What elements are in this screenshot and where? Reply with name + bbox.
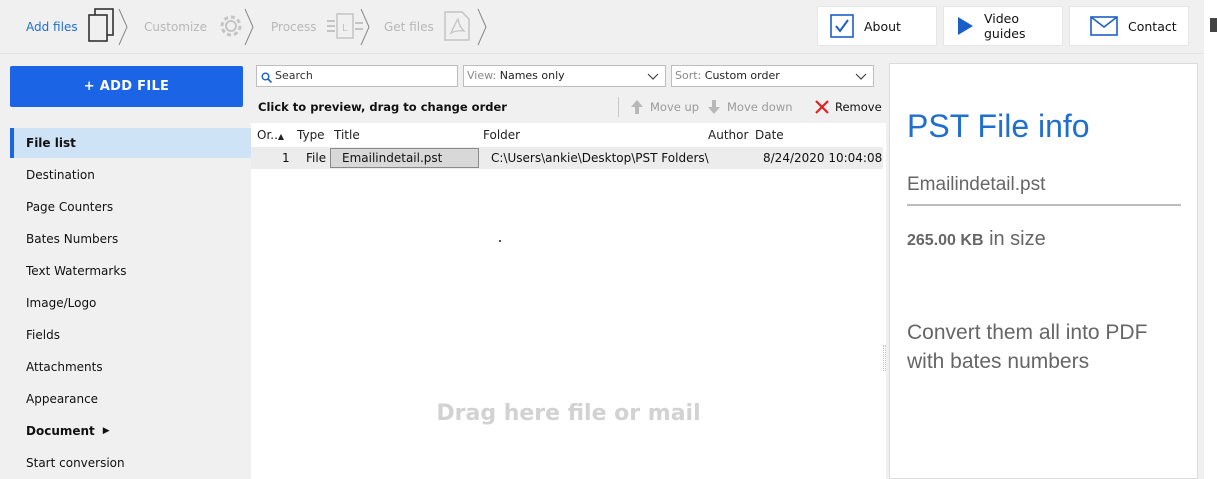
sidebar-item-document[interactable]: Document ▶ <box>10 416 251 446</box>
column-title-header[interactable]: Title <box>334 128 360 142</box>
sidebar-item-destination[interactable]: Destination <box>10 160 251 190</box>
contact-button[interactable]: Contact <box>1069 6 1189 46</box>
sidebar: + ADD FILE File list Destination Page Co… <box>0 55 251 479</box>
about-label: About <box>864 18 901 34</box>
sidebar-item-image-logo[interactable]: Image/Logo <box>10 288 251 318</box>
sidebar-item-page-counters[interactable]: Page Counters <box>10 192 251 222</box>
sidebar-item-appearance[interactable]: Appearance <box>10 384 251 414</box>
list-hint: Click to preview, drag to change order <box>258 100 507 114</box>
chevron-right-icon <box>244 8 254 46</box>
process-icon: L <box>325 11 365 44</box>
step-label: Process <box>271 20 317 34</box>
step-label: Add files <box>26 20 78 34</box>
view-select[interactable]: View: Names only <box>463 65 666 87</box>
checkbox-icon <box>830 14 854 38</box>
chevron-down-icon <box>855 69 867 89</box>
table-row[interactable]: 1 File Emailindetail.pst C:\Users\ankie\… <box>251 147 883 169</box>
step-process[interactable]: Process L <box>271 0 370 54</box>
search-input[interactable]: Search <box>256 65 458 87</box>
arrow-down-icon <box>707 99 721 115</box>
step-label: Get files <box>384 20 434 34</box>
list-toolbar: Click to preview, drag to change order M… <box>251 91 886 123</box>
video-guides-label: Video guides <box>984 11 1026 41</box>
column-date-header[interactable]: Date <box>755 128 784 142</box>
view-prefix: View: <box>467 69 497 82</box>
drop-zone-text: Drag here file or mail <box>436 401 701 426</box>
sort-asc-icon: ▲ <box>277 132 285 141</box>
filter-bar: Search View: Names only Sort: Custom ord… <box>251 55 886 91</box>
file-info-panel: PST File info Emailindetail.pst 265.00 K… <box>889 63 1198 479</box>
sort-select[interactable]: Sort: Custom order <box>671 65 874 87</box>
sidebar-item-attachments[interactable]: Attachments <box>10 352 251 382</box>
step-customize[interactable]: Customize <box>144 0 254 54</box>
search-placeholder: Search <box>275 69 313 82</box>
chevron-right-icon <box>118 8 128 46</box>
step-add-files[interactable]: Add files <box>26 0 128 54</box>
sort-value: Custom order <box>704 69 780 82</box>
triangle-right-icon: ▶ <box>102 426 110 436</box>
file-list-panel: Search View: Names only Sort: Custom ord… <box>251 55 886 479</box>
cell-folder: C:\Users\ankie\Desktop\PST Folders\ <box>491 151 709 165</box>
close-icon <box>815 100 829 114</box>
sidebar-item-bates-numbers[interactable]: Bates Numbers <box>10 224 251 254</box>
info-convert-text: Convert them all into PDF with bates num… <box>907 321 1148 373</box>
sidebar-item-label: Document <box>26 424 95 438</box>
scroll-marker <box>1210 18 1217 32</box>
video-guides-button[interactable]: Video guides <box>943 6 1063 46</box>
about-button[interactable]: About <box>817 6 937 46</box>
svg-text:L: L <box>342 23 348 34</box>
remove-label: Remove <box>835 100 882 114</box>
info-size: 265.00 KB in size <box>907 228 1046 251</box>
move-up-label: Move up <box>650 100 700 114</box>
info-size-suffix: in size <box>989 228 1046 250</box>
contact-label: Contact <box>1128 18 1177 34</box>
table-header: Or..▲ Type Title Folder Author Date <box>251 125 886 145</box>
cell-date: 8/24/2020 10:04:08 <box>763 151 883 165</box>
sidebar-item-text-watermarks[interactable]: Text Watermarks <box>10 256 251 286</box>
remove-button[interactable]: Remove <box>815 95 882 119</box>
window-edge <box>1204 0 1217 479</box>
info-size-value: 265.00 KB <box>907 232 984 249</box>
gear-icon <box>215 10 247 45</box>
cell-title[interactable]: Emailindetail.pst <box>330 148 479 168</box>
info-divider <box>907 204 1181 206</box>
sidebar-item-fields[interactable]: Fields <box>10 320 251 350</box>
move-down-label: Move down <box>727 100 793 114</box>
toolbar-divider <box>618 97 619 117</box>
column-type-header[interactable]: Type <box>297 128 325 142</box>
cell-order: 1 <box>282 151 290 165</box>
step-label: Customize <box>144 20 207 34</box>
move-up-button[interactable]: Move up <box>630 95 699 119</box>
pdf-icon <box>442 10 472 45</box>
view-value: Names only <box>499 69 565 82</box>
info-filename: Emailindetail.pst <box>907 174 1046 195</box>
move-down-button[interactable]: Move down <box>707 95 793 119</box>
play-icon <box>956 16 974 36</box>
column-order-header[interactable]: Or..▲ <box>257 128 284 142</box>
sidebar-item-file-list[interactable]: File list <box>10 128 251 158</box>
files-icon <box>86 7 118 48</box>
column-author-header[interactable]: Author <box>708 128 748 142</box>
sort-prefix: Sort: <box>675 69 702 82</box>
chevron-right-icon <box>477 8 487 46</box>
mail-icon <box>1090 16 1118 36</box>
add-file-button[interactable]: + ADD FILE <box>10 66 243 107</box>
column-order-label: Or.. <box>257 128 278 142</box>
cell-type: File <box>306 151 327 165</box>
cursor-dot <box>499 240 501 242</box>
step-get-files[interactable]: Get files <box>384 0 487 54</box>
search-icon <box>261 70 273 90</box>
chevron-down-icon <box>647 69 659 89</box>
info-title: PST File info <box>907 108 1090 144</box>
arrow-up-icon <box>630 99 644 115</box>
sidebar-item-start-conversion[interactable]: Start conversion <box>10 448 251 478</box>
steps-bar: Add files Customize Process L Get files … <box>0 0 1204 54</box>
splitter-handle[interactable] <box>883 345 886 371</box>
column-folder-header[interactable]: Folder <box>483 128 520 142</box>
chevron-right-icon <box>360 8 370 46</box>
